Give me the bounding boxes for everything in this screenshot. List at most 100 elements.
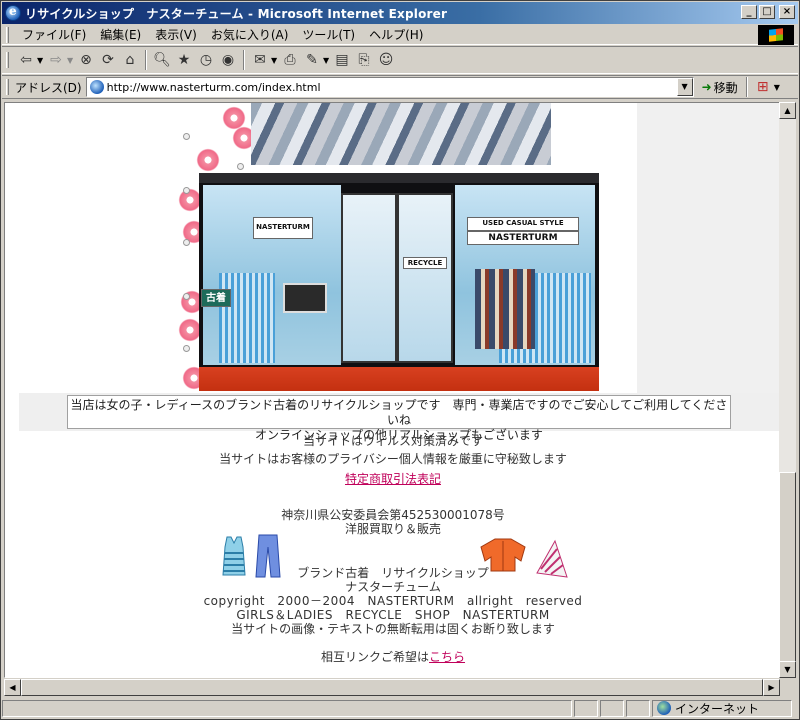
windows-logo	[758, 25, 794, 45]
store-door-left	[341, 193, 397, 363]
messenger-icon[interactable]: ☺	[375, 49, 397, 71]
status-pane	[626, 699, 650, 717]
history-icon[interactable]: ◷	[195, 49, 217, 71]
flower-icon	[195, 147, 221, 173]
zone-label: インターネット	[675, 701, 760, 716]
bullet-icon	[183, 293, 190, 300]
internet-globe-icon	[657, 701, 671, 715]
virus-text: 当サイトはウィルス対策済みです	[302, 434, 483, 448]
store-door-right	[397, 193, 453, 363]
mutual-link-line: 相互リンクご希望はこちら	[5, 649, 779, 665]
store-sign-style: USED CASUAL STYLE	[467, 217, 579, 231]
menu-tools[interactable]: ツール(T)	[295, 26, 362, 43]
clothes-rack-photo	[251, 103, 551, 165]
separator	[243, 50, 245, 70]
scroll-right-icon[interactable]: ▶	[763, 679, 780, 696]
mail-icon[interactable]: ✉	[249, 49, 271, 71]
go-button[interactable]: ➜ 移動	[702, 79, 738, 96]
refresh-icon[interactable]: ⟳	[97, 49, 119, 71]
title-bar[interactable]: リサイクルショップ ナスターチューム - Microsoft Internet …	[2, 2, 798, 24]
bullet-icon	[183, 239, 190, 246]
address-label: アドレス(D)	[15, 80, 82, 95]
store-sign-small: NASTERTURM	[253, 217, 313, 239]
address-url[interactable]: http://www.nasterturm.com/index.html	[107, 81, 321, 94]
address-dropdown-icon[interactable]: ▼	[676, 78, 693, 96]
status-bar: インターネット	[2, 698, 798, 718]
menu-edit[interactable]: 編集(E)	[93, 26, 148, 43]
browser-window: リサイクルショップ ナスターチューム - Microsoft Internet …	[0, 0, 800, 720]
address-bar: アドレス(D) http://www.nasterturm.com/index.…	[2, 75, 798, 99]
favorites-icon[interactable]: ★	[173, 49, 195, 71]
forward-dropdown-icon[interactable]: ▼	[67, 56, 75, 65]
toolbar-grip[interactable]	[6, 26, 9, 43]
store-awning	[199, 173, 599, 183]
go-arrow-icon: ➜	[701, 80, 712, 94]
bullet-icon	[183, 133, 190, 140]
status-pane	[600, 699, 624, 717]
links-dropdown-icon[interactable]: ▼	[774, 83, 782, 92]
scroll-left-icon[interactable]: ◀	[4, 679, 21, 696]
status-text-pane	[2, 699, 572, 717]
mutual-link-prefix: 相互リンクご希望は	[320, 650, 429, 664]
window-title: リサイクルショップ ナスターチューム - Microsoft Internet …	[25, 6, 448, 21]
separator	[145, 50, 147, 70]
print-icon[interactable]: ⎙	[279, 49, 301, 71]
close-button[interactable]: ×	[779, 5, 795, 19]
menu-view[interactable]: 表示(V)	[148, 26, 204, 43]
page-icon	[89, 80, 104, 94]
bullet-icon	[237, 163, 244, 170]
go-label: 移動	[713, 80, 738, 95]
gray-column	[637, 103, 779, 423]
back-icon[interactable]: ⇦	[15, 49, 37, 71]
mail-dropdown-icon[interactable]: ▼	[271, 56, 279, 65]
forward-icon[interactable]: ⇨	[45, 49, 67, 71]
notice-line-1: 当店は女の子・レディースのブランド古着のリサイクルショップです 専門・専業店です…	[70, 398, 728, 427]
store-sign-furugi: 古着	[201, 289, 231, 307]
scroll-down-icon[interactable]: ▼	[779, 661, 796, 678]
menu-help[interactable]: ヘルプ(H)	[362, 26, 430, 43]
edit-dropdown-icon[interactable]: ▼	[323, 56, 331, 65]
tokutei-link[interactable]: 特定商取引法表記	[345, 472, 441, 486]
scroll-up-icon[interactable]: ▲	[779, 102, 796, 119]
ie-logo-icon	[5, 4, 21, 21]
window-shade	[219, 273, 275, 363]
business-text: 洋服買取り＆販売	[344, 522, 441, 536]
no-reuse-text: 当サイトの画像・テキストの無断転用は固くお断り致します	[231, 622, 555, 636]
menu-bar: ファイル(F) 編集(E) 表示(V) お気に入り(A) ツール(T) ヘルプ(…	[2, 25, 798, 45]
store-floor	[199, 367, 599, 391]
address-grip	[6, 79, 9, 95]
stop-icon[interactable]: ⊗	[75, 49, 97, 71]
bullet-icon	[183, 187, 190, 194]
privacy-text: 当サイトはお客様のプライバシー個人情報を厳重に守秘致します	[219, 452, 567, 466]
links-icon[interactable]: ⊞	[752, 76, 774, 98]
status-pane	[574, 699, 598, 717]
store-board	[283, 283, 327, 313]
discuss-icon[interactable]: ▤	[331, 49, 353, 71]
store-sign-brand: NASTERTURM	[467, 231, 579, 245]
standard-toolbar: ⇦ ▼ ⇨ ▼ ⊗ ⟳ ⌂ 🔍︎ ★ ◷ ◉ ✉ ▼ ⎙ ✎ ▼ ▤ ⎘ ☺	[2, 46, 798, 74]
page-viewport: NASTERTURM USED CASUAL STYLE NASTERTURM …	[4, 102, 780, 678]
separator	[745, 77, 748, 97]
menu-file[interactable]: ファイル(F)	[15, 26, 93, 43]
horizontal-scrollbar[interactable]: ◀ ▶	[4, 679, 780, 696]
hanging-clothes	[475, 269, 535, 349]
research-icon[interactable]: ⎘	[353, 49, 375, 71]
shop-notice: 当店は女の子・レディースのブランド古着のリサイクルショップです 専門・専業店です…	[67, 395, 731, 442]
address-input[interactable]: http://www.nasterturm.com/index.html ▼	[85, 77, 694, 97]
mutual-link[interactable]: こちら	[429, 650, 465, 664]
vertical-scrollbar[interactable]: ▲ ▼	[779, 102, 796, 678]
vertical-scroll-thumb[interactable]	[779, 472, 796, 662]
minimize-button[interactable]: _	[741, 5, 757, 19]
back-dropdown-icon[interactable]: ▼	[37, 56, 45, 65]
menu-favorites[interactable]: お気に入り(A)	[204, 26, 296, 43]
maximize-button[interactable]: □	[759, 5, 775, 19]
edit-icon[interactable]: ✎	[301, 49, 323, 71]
home-icon[interactable]: ⌂	[119, 49, 141, 71]
toolbar-grip-2	[6, 52, 9, 68]
zone-pane: インターネット	[652, 699, 792, 717]
storefront-photo: NASTERTURM USED CASUAL STYLE NASTERTURM …	[199, 173, 599, 391]
search-icon[interactable]: 🔍︎	[151, 49, 173, 71]
media-icon[interactable]: ◉	[217, 49, 239, 71]
horizontal-scroll-thumb[interactable]	[21, 679, 763, 696]
store-sign-recycle: RECYCLE	[403, 257, 447, 269]
